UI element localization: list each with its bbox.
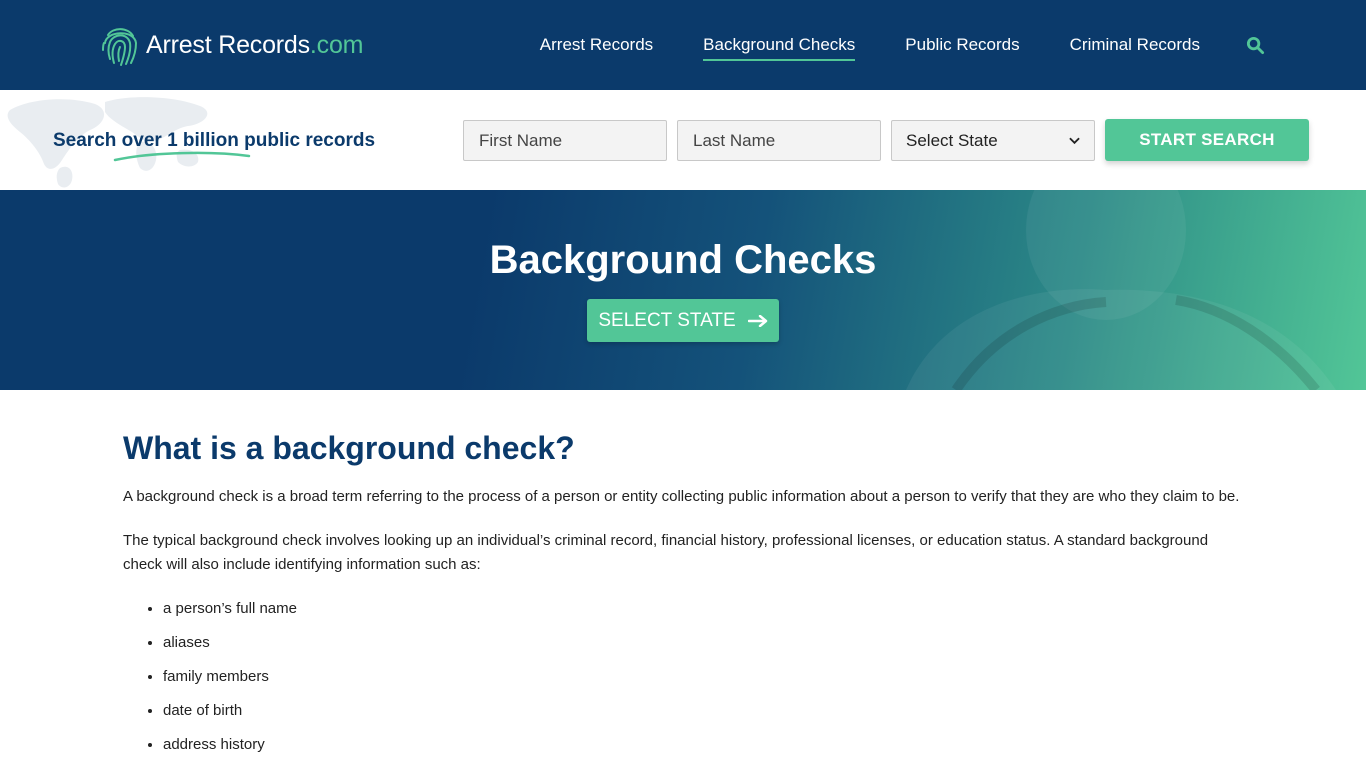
logo-main: Arrest Records — [146, 30, 310, 59]
nav-background-checks[interactable]: Background Checks — [703, 29, 856, 61]
list-item: family members — [163, 665, 1243, 689]
paragraph-1: A background check is a broad term refer… — [123, 488, 1240, 505]
first-name-input[interactable] — [463, 120, 667, 161]
list-item: address history — [163, 733, 1243, 757]
list-item: date of birth — [163, 699, 1243, 723]
search-bar: Search over 1 billion public records Sel… — [0, 90, 1366, 190]
list-item: aliases — [163, 631, 1243, 655]
search-icon[interactable] — [1244, 34, 1266, 56]
state-select-value: Select State — [906, 130, 998, 150]
tagline-underline — [113, 151, 251, 162]
chevron-down-icon — [1069, 137, 1080, 144]
logo-tld: .com — [309, 30, 364, 59]
arrow-right-icon — [747, 314, 767, 327]
identifying-info-list: a person’s full name aliases family memb… — [123, 597, 1243, 757]
paragraph-2: The typical background check involves lo… — [123, 532, 1209, 573]
hero-person-graphic — [906, 190, 1336, 390]
main-nav: Arrest Records Background Checks Public … — [490, 0, 1266, 90]
hero-banner: Background Checks SELECT STATE — [0, 190, 1366, 390]
fingerprint-icon — [102, 28, 138, 66]
hero-title: Background Checks — [489, 238, 877, 282]
state-select[interactable]: Select State — [891, 120, 1095, 161]
list-item: a person’s full name — [163, 597, 1243, 621]
start-search-button[interactable]: START SEARCH — [1105, 119, 1309, 161]
nav-arrest-records[interactable]: Arrest Records — [540, 29, 653, 61]
select-state-button[interactable]: SELECT STATE — [587, 299, 779, 342]
main-content: What is a background check? A background… — [123, 390, 1243, 767]
select-state-label: SELECT STATE — [598, 309, 736, 331]
last-name-input[interactable] — [677, 120, 881, 161]
nav-public-records[interactable]: Public Records — [905, 29, 1019, 61]
nav-criminal-records[interactable]: Criminal Records — [1070, 29, 1200, 61]
site-header: Arrest Records.com Arrest Records Backgr… — [0, 0, 1366, 90]
section-heading: What is a background check? — [123, 430, 575, 466]
site-logo[interactable]: Arrest Records.com — [100, 22, 363, 68]
